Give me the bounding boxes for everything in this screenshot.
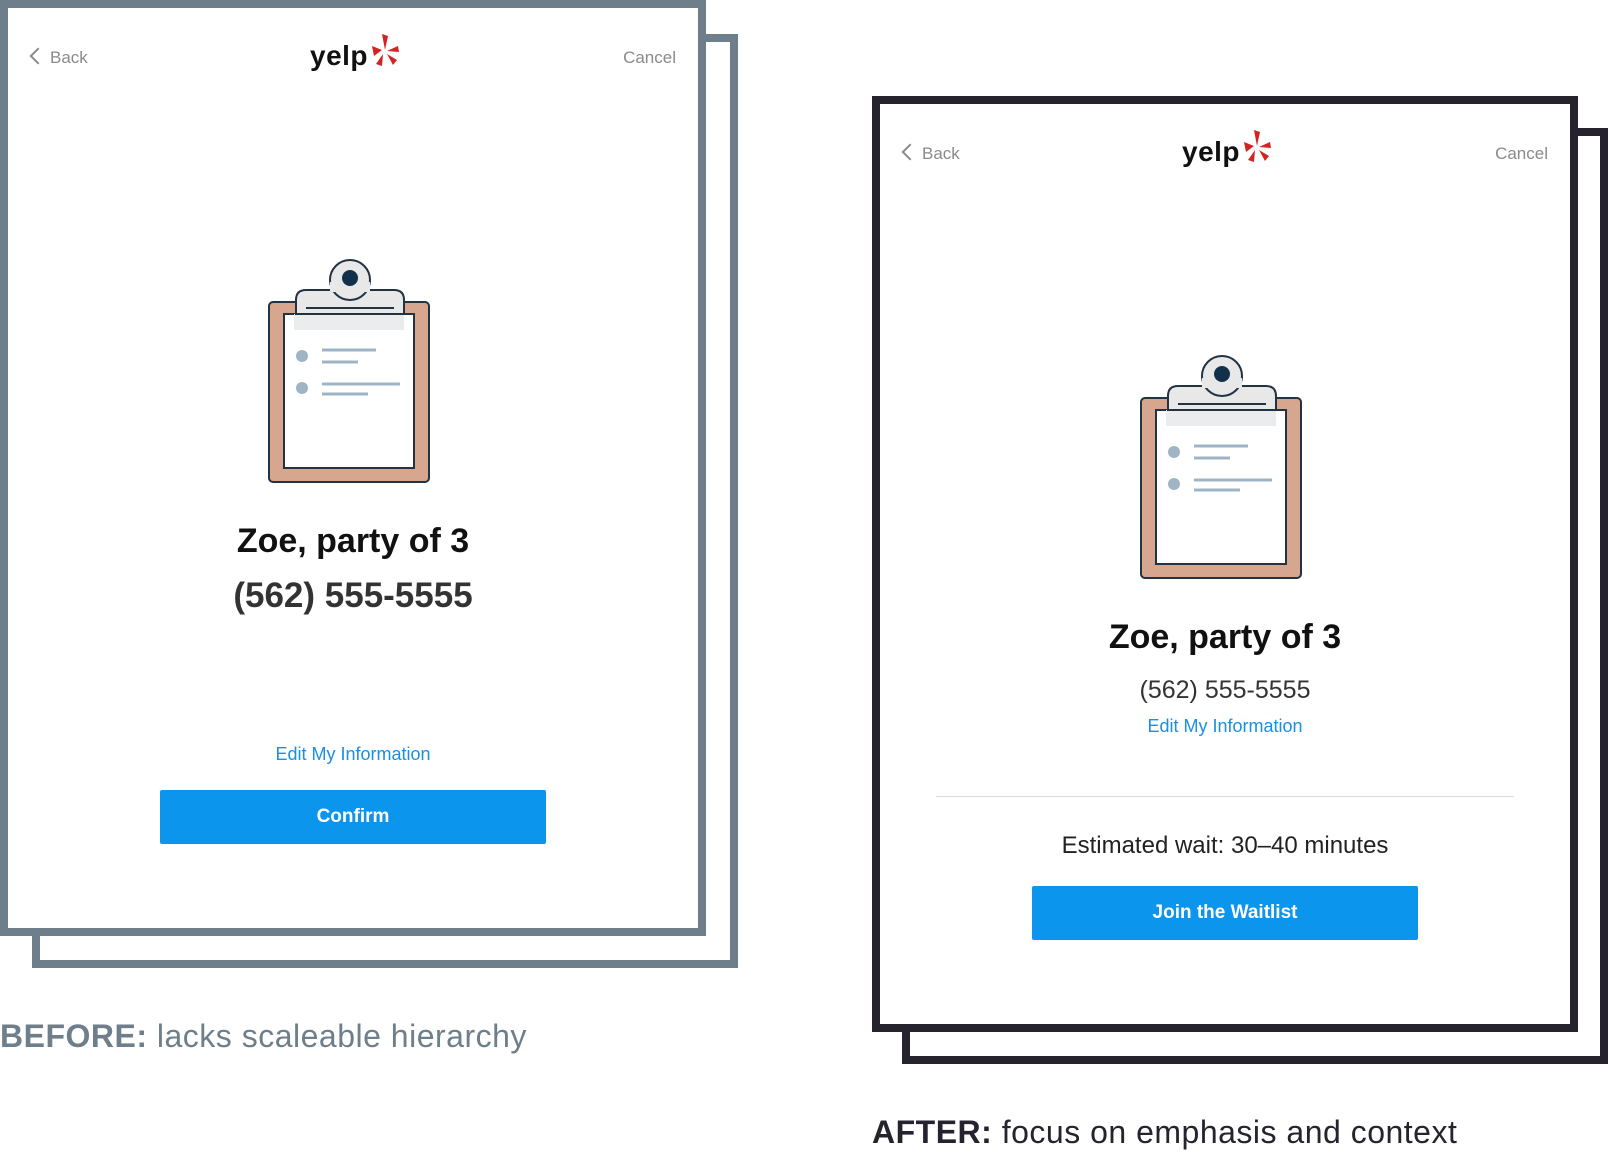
back-label: Back: [50, 48, 88, 67]
estimated-wait: Estimated wait: 30–40 minutes: [1061, 832, 1389, 859]
yelp-logo-text: yelp: [1182, 136, 1241, 167]
after-caption-lead: AFTER:: [872, 1114, 993, 1150]
before-caption-text: lacks scaleable hierarchy: [147, 1018, 527, 1054]
cancel-button[interactable]: Cancel: [623, 48, 676, 68]
after-caption-text: focus on emphasis and context: [992, 1114, 1458, 1150]
party-name: Zoe, party of 3: [1108, 618, 1342, 656]
chevron-left-icon: [901, 143, 919, 161]
before-screen: Back yelp Cancel Zoe, party of 3 (562) 5…: [0, 0, 706, 936]
yelp-logo: yelp: [1182, 128, 1272, 172]
phone-number: (562) 555-5555: [233, 576, 473, 615]
confirm-button[interactable]: Confirm: [160, 790, 546, 844]
yelp-logo: yelp: [310, 32, 400, 76]
back-label: Back: [922, 144, 960, 163]
before-caption: BEFORE: lacks scaleable hierarchy: [0, 1018, 527, 1055]
section-divider: [936, 796, 1514, 797]
cancel-button[interactable]: Cancel: [1495, 144, 1548, 164]
party-name: Zoe, party of 3: [236, 522, 470, 560]
clipboard-icon: [1140, 355, 1302, 579]
edit-information-link[interactable]: Edit My Information: [880, 716, 1570, 737]
back-button[interactable]: Back: [29, 47, 88, 68]
clipboard-icon: [268, 259, 430, 483]
before-caption-lead: BEFORE:: [0, 1018, 148, 1054]
phone-number: (562) 555-5555: [1139, 676, 1311, 704]
yelp-burst-icon: [1244, 130, 1271, 162]
chevron-left-icon: [29, 47, 47, 65]
after-screen: Back yelp Cancel Zoe, party of 3 (562) 5…: [872, 96, 1578, 1032]
join-waitlist-button[interactable]: Join the Waitlist: [1032, 886, 1418, 940]
edit-information-link[interactable]: Edit My Information: [8, 744, 698, 765]
back-button[interactable]: Back: [901, 143, 960, 164]
yelp-logo-text: yelp: [310, 40, 369, 71]
yelp-burst-icon: [372, 34, 399, 66]
after-caption: AFTER: focus on emphasis and context: [872, 1114, 1457, 1151]
